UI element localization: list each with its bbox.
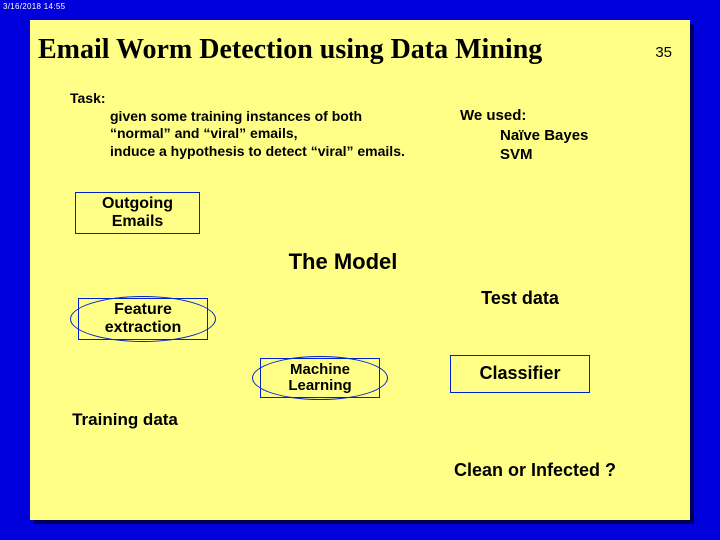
node-outgoing-emails-label: Outgoing Emails [102,195,173,230]
node-classifier-label: Classifier [479,364,560,384]
node-test-data: Test data [450,288,590,309]
node-feature-extraction-label: Feature extraction [105,301,181,336]
method-naive-bayes: Naïve Bayes [460,126,588,146]
task-line-2: “normal” and “viral” emails, [70,125,440,143]
node-feature-extraction: Feature extraction [78,298,208,340]
task-line-3: induce a hypothesis to detect “viral” em… [70,143,440,161]
slide-container: 35 Email Worm Detection using Data Minin… [30,20,690,520]
node-result: Clean or Infected ? [430,460,640,481]
task-line-1: given some training instances of both [70,108,440,126]
timestamp-label: 3/16/2018 14:55 [3,2,65,11]
node-model: The Model [258,249,428,275]
methods-heading: We used: [460,106,588,126]
node-training-data: Training data [55,410,195,430]
task-description: Task: given some training instances of b… [70,90,440,160]
node-machine-learning: Machine Learning [260,358,380,398]
node-outgoing-emails: Outgoing Emails [75,192,200,234]
task-heading: Task: [70,90,440,108]
methods-used: We used: Naïve Bayes SVM [460,106,588,165]
method-svm: SVM [460,145,588,165]
node-classifier: Classifier [450,355,590,393]
slide-title: Email Worm Detection using Data Mining [30,34,690,66]
node-machine-learning-label: Machine Learning [288,362,351,395]
